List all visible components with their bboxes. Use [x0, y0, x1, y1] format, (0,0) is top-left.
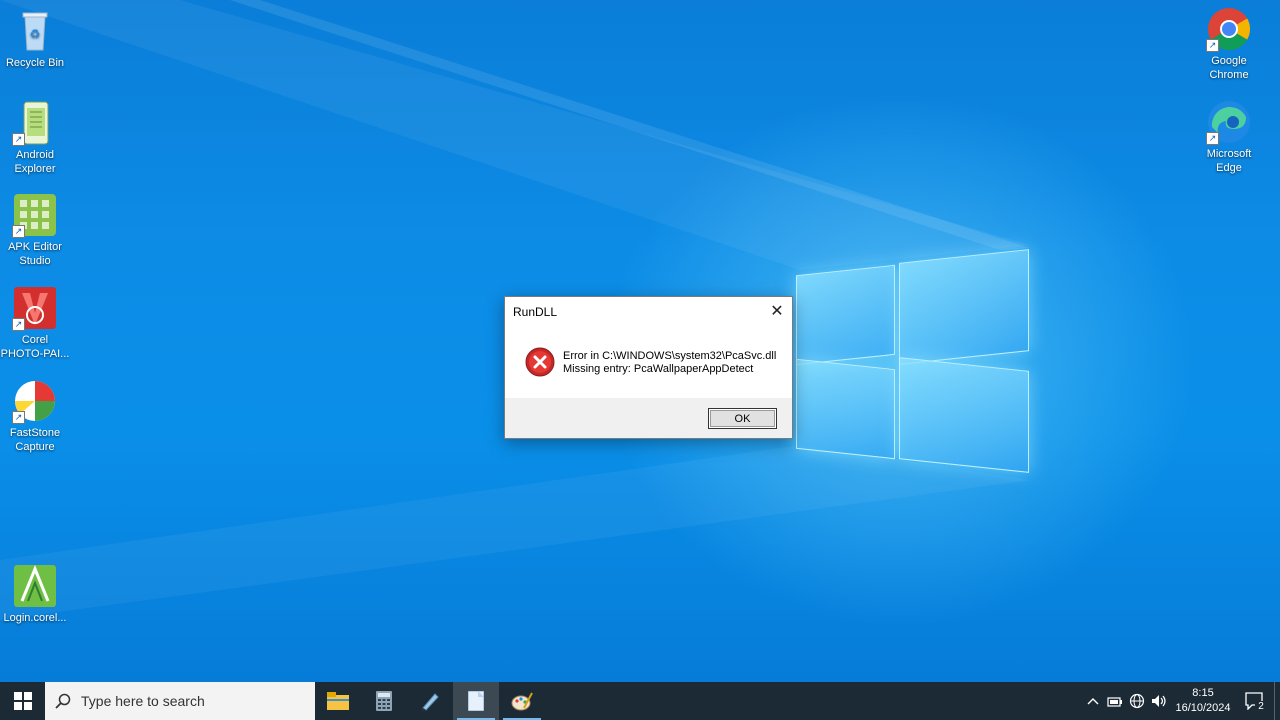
calculator-icon — [376, 691, 392, 711]
desktop-icon-label: Google Chrome — [1209, 55, 1249, 81]
paint-app-icon — [511, 692, 533, 711]
desktop-icon-label: Corel PHOTO-PAI... — [0, 334, 70, 360]
dialog-footer: OK — [505, 398, 792, 438]
chrome-icon: ↗ — [1206, 6, 1252, 52]
desktop: ♻ Recycle Bin ↗ Android Explorer ↗ APK E… — [0, 0, 1280, 682]
search-icon — [45, 693, 81, 709]
desktop-icon-corel-photo-paint[interactable]: ↗ Corel PHOTO-PAI... — [0, 285, 70, 361]
desktop-icon-label: Android Explorer — [14, 149, 56, 175]
corel-draw-icon — [12, 563, 58, 609]
desktop-icon-label: Recycle Bin — [5, 57, 65, 69]
clock-date: 16/10/2024 — [1175, 702, 1231, 714]
desktop-icon-label: APK Editor Studio — [8, 241, 62, 267]
taskbar-edit-app[interactable] — [407, 682, 453, 720]
clock-time: 8:15 — [1192, 687, 1214, 699]
error-line-2: Missing entry: PcaWallpaperAppDetect — [563, 363, 754, 375]
windows-logo-wallpaper — [796, 242, 1029, 480]
start-button[interactable] — [0, 682, 45, 720]
shortcut-arrow-icon: ↗ — [1206, 39, 1219, 52]
taskbar-paint-app[interactable] — [499, 682, 545, 720]
close-button[interactable]: ✕ — [762, 297, 792, 325]
system-tray: 8:15 16/10/2024 2 — [1082, 682, 1280, 720]
power-battery-icon[interactable] — [1104, 682, 1126, 720]
desktop-icon-android-explorer[interactable]: ↗ Android Explorer — [0, 100, 70, 176]
action-center-button[interactable]: 2 — [1236, 682, 1274, 720]
desktop-icon-label: Login.corel... — [3, 612, 67, 624]
search-placeholder: Type here to search — [81, 693, 205, 709]
shortcut-arrow-icon: ↗ — [12, 411, 25, 424]
file-explorer-icon — [327, 692, 349, 710]
desktop-icon-faststone-capture[interactable]: ↗ FastStone Capture — [0, 378, 70, 454]
notepad-icon — [468, 691, 484, 711]
recycle-bin-icon: ♻ — [12, 8, 58, 54]
error-icon — [525, 347, 555, 377]
desktop-icon-recycle-bin[interactable]: ♻ Recycle Bin — [0, 8, 70, 70]
shortcut-arrow-icon: ↗ — [12, 225, 25, 238]
desktop-icon-microsoft-edge[interactable]: ↗ Microsoft Edge — [1194, 99, 1264, 175]
desktop-icon-label: FastStone Capture — [9, 427, 61, 453]
taskbar: Type here to search 8:15 16/10/2024 2 — [0, 682, 1280, 720]
dialog-message: Error in C:\WINDOWS\system32\PcaSvc.dll … — [563, 350, 776, 376]
show-hidden-icons-chevron-icon[interactable] — [1082, 682, 1104, 720]
network-globe-icon[interactable] — [1126, 682, 1148, 720]
shortcut-arrow-icon: ↗ — [12, 133, 25, 146]
close-icon: ✕ — [770, 303, 784, 320]
android-explorer-icon: ↗ — [12, 100, 58, 146]
edit-app-icon — [422, 693, 439, 711]
apk-editor-icon: ↗ — [12, 192, 58, 238]
taskbar-file-explorer[interactable] — [315, 682, 361, 720]
corel-photo-paint-icon: ↗ — [12, 285, 58, 331]
edge-icon: ↗ — [1206, 99, 1252, 145]
shortcut-arrow-icon: ↗ — [1206, 132, 1219, 145]
dialog-title: RunDLL — [513, 305, 558, 319]
taskbar-clock[interactable]: 8:15 16/10/2024 — [1170, 686, 1236, 716]
desktop-icon-google-chrome[interactable]: ↗ Google Chrome — [1194, 6, 1264, 82]
svg-text:♻: ♻ — [30, 27, 41, 41]
windows-start-icon — [13, 692, 32, 710]
desktop-icon-login-corel[interactable]: Login.corel... — [0, 563, 70, 625]
rundll-error-dialog: RunDLL ✕ Error in C:\WINDOWS\system32\Pc… — [504, 296, 793, 439]
notification-count-badge: 2 — [1255, 701, 1267, 713]
taskbar-calculator[interactable] — [361, 682, 407, 720]
taskbar-search-box[interactable]: Type here to search — [45, 682, 315, 720]
taskbar-notepad[interactable] — [453, 682, 499, 720]
faststone-capture-icon: ↗ — [12, 378, 58, 424]
shortcut-arrow-icon: ↗ — [12, 318, 25, 331]
volume-icon[interactable] — [1148, 682, 1170, 720]
desktop-icon-label: Microsoft Edge — [1206, 148, 1252, 174]
show-desktop-button[interactable] — [1274, 682, 1280, 720]
error-line-1: Error in C:\WINDOWS\system32\PcaSvc.dll — [563, 350, 777, 362]
desktop-icon-apk-editor-studio[interactable]: ↗ APK Editor Studio — [0, 192, 70, 268]
ok-button[interactable]: OK — [708, 408, 777, 429]
